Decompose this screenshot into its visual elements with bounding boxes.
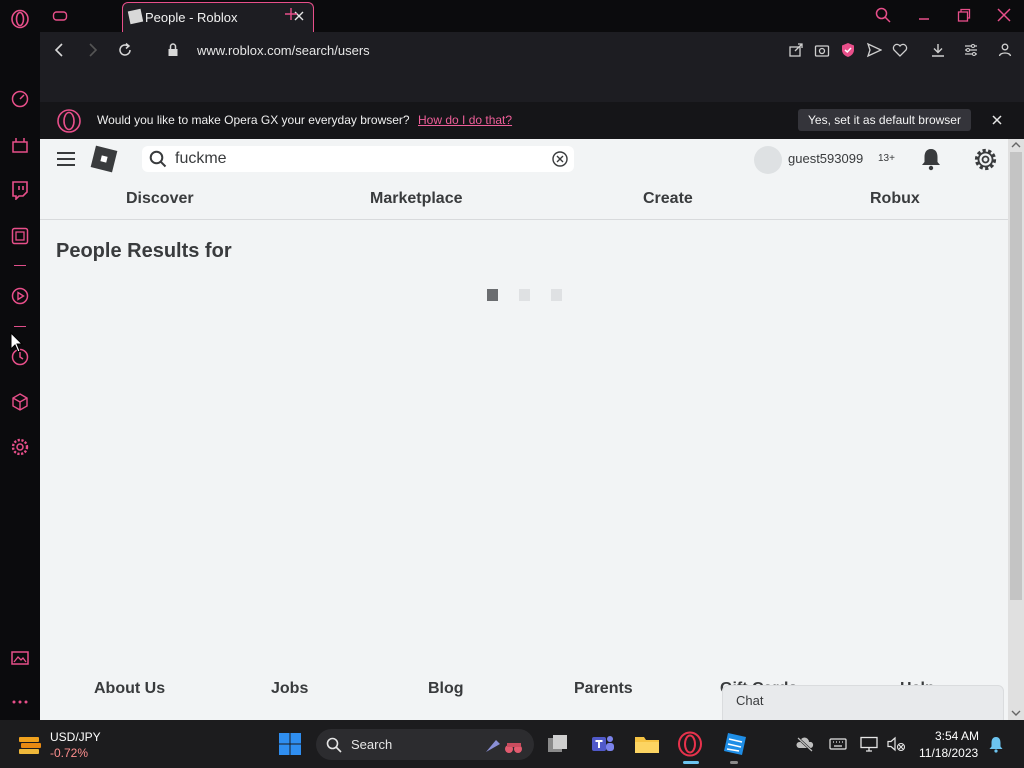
windows-start-icon[interactable] (278, 732, 302, 756)
volume-muted-icon[interactable] (886, 736, 906, 752)
loading-dot (487, 289, 498, 301)
file-explorer-icon[interactable] (633, 732, 661, 756)
search-icon (149, 150, 167, 168)
tab-search-icon[interactable] (875, 7, 891, 23)
task-view-icon[interactable] (546, 733, 570, 755)
download-icon[interactable] (930, 42, 946, 58)
opera-logo-icon[interactable] (10, 9, 30, 29)
taskbar-search[interactable]: Search (316, 729, 534, 760)
username[interactable]: guest593099 (788, 151, 863, 166)
share-icon[interactable] (788, 42, 804, 58)
toolbar-space (40, 70, 1024, 102)
roblox-header: fuckme guest593099 13+ (40, 139, 1008, 179)
send-icon[interactable] (866, 42, 882, 58)
avatar[interactable] (754, 146, 782, 174)
footer-about-us[interactable]: About Us (94, 680, 165, 698)
roblox-logo-icon[interactable] (89, 144, 119, 174)
ticker-symbol[interactable]: USD/JPY (50, 730, 101, 744)
age-badge: 13+ (878, 153, 895, 164)
window-close-icon[interactable] (996, 7, 1012, 23)
ticker-change: -0.72% (50, 746, 89, 760)
keyboard-icon[interactable] (829, 737, 847, 751)
footer-parents[interactable]: Parents (574, 680, 633, 698)
roblox-favicon-icon (127, 8, 144, 25)
nav-create[interactable]: Create (643, 190, 693, 208)
gx-control-icon[interactable] (10, 135, 30, 155)
chat-label: Chat (736, 693, 764, 708)
onedrive-offline-icon[interactable] (796, 736, 814, 752)
loading-dot (551, 289, 562, 301)
extensions-cube-icon[interactable] (10, 392, 30, 412)
minimize-icon[interactable] (916, 7, 932, 23)
notifications-bell-icon[interactable] (920, 147, 942, 171)
more-icon[interactable] (10, 692, 30, 712)
settings-gear-icon[interactable] (10, 437, 30, 457)
clear-search-icon[interactable] (551, 150, 569, 168)
infobar-help-link[interactable]: How do I do that? (418, 113, 512, 127)
infobar-message: Would you like to make Opera GX your eve… (97, 113, 410, 127)
opera-gx-logo-icon (57, 109, 81, 133)
widgets-gold-icon[interactable] (16, 731, 44, 757)
notification-bell-icon[interactable] (988, 735, 1004, 753)
teams-icon[interactable] (590, 731, 616, 757)
scrollbar-thumb[interactable] (1010, 152, 1022, 600)
roblox-studio-icon[interactable] (722, 731, 748, 757)
back-icon[interactable] (52, 42, 68, 58)
bookmark-heart-icon[interactable] (892, 42, 908, 58)
tab-bar: People - Roblox (40, 0, 1024, 32)
footer-jobs[interactable]: Jobs (271, 680, 308, 698)
infobar-close-icon[interactable] (992, 115, 1002, 125)
player-icon[interactable] (10, 286, 30, 306)
discord-icon[interactable] (10, 226, 30, 246)
search-box[interactable]: fuckme (142, 146, 574, 172)
nav-robux[interactable]: Robux (870, 190, 920, 208)
reload-icon[interactable] (117, 42, 133, 58)
roblox-page: fuckme guest593099 13+ Discover Marketpl… (40, 139, 1008, 720)
clock-time[interactable]: 3:54 AM (935, 729, 979, 743)
loading-dot (519, 289, 530, 301)
roblox-nav: Discover Marketplace Create Robux (40, 179, 1008, 220)
restore-icon[interactable] (956, 7, 972, 23)
footer-blog[interactable]: Blog (428, 680, 464, 698)
page-title: People Results for (56, 240, 232, 262)
address-bar: www.roblox.com/search/users (40, 32, 1024, 70)
search-input[interactable]: fuckme (175, 150, 227, 168)
settings-icon[interactable] (973, 147, 998, 172)
adblock-shield-icon[interactable] (840, 42, 856, 58)
taskbar-search-icon (326, 737, 342, 753)
sidebar-divider (14, 265, 26, 266)
scroll-down-icon[interactable] (1011, 709, 1021, 717)
twitch-icon[interactable] (10, 180, 30, 200)
hamburger-menu-icon[interactable] (56, 151, 76, 167)
set-default-browser-button[interactable]: Yes, set it as default browser (798, 109, 971, 131)
active-app-indicator (683, 761, 699, 764)
opera-gx-taskbar-icon[interactable] (677, 731, 703, 757)
forward-icon[interactable] (84, 42, 100, 58)
snapshot-camera-icon[interactable] (814, 42, 830, 58)
taskbar-search-label: Search (351, 737, 393, 752)
nav-marketplace[interactable]: Marketplace (370, 190, 463, 208)
clock-date[interactable]: 11/18/2023 (919, 746, 978, 760)
wallpaper-icon[interactable] (10, 648, 30, 668)
tab-title: People - Roblox (145, 10, 238, 25)
lock-icon[interactable] (167, 42, 179, 58)
new-tab-plus-icon[interactable] (283, 6, 299, 22)
url-text[interactable]: www.roblox.com/search/users (197, 43, 370, 58)
speed-dial-icon[interactable] (10, 89, 30, 109)
scroll-up-icon[interactable] (1011, 141, 1021, 149)
mouse-cursor-icon (10, 332, 24, 353)
easy-setup-icon[interactable] (963, 42, 979, 58)
nav-discover[interactable]: Discover (126, 190, 194, 208)
sidebar-divider (14, 326, 26, 327)
default-browser-infobar: Would you like to make Opera GX your eve… (40, 102, 1024, 139)
display-icon[interactable] (860, 736, 878, 752)
running-app-indicator (730, 761, 738, 764)
gx-corner-icon[interactable] (52, 8, 68, 24)
chat-widget[interactable]: Chat (722, 685, 1004, 720)
profile-icon[interactable] (997, 42, 1013, 58)
search-highlight-icon (486, 740, 522, 753)
opera-sidebar (0, 0, 40, 720)
